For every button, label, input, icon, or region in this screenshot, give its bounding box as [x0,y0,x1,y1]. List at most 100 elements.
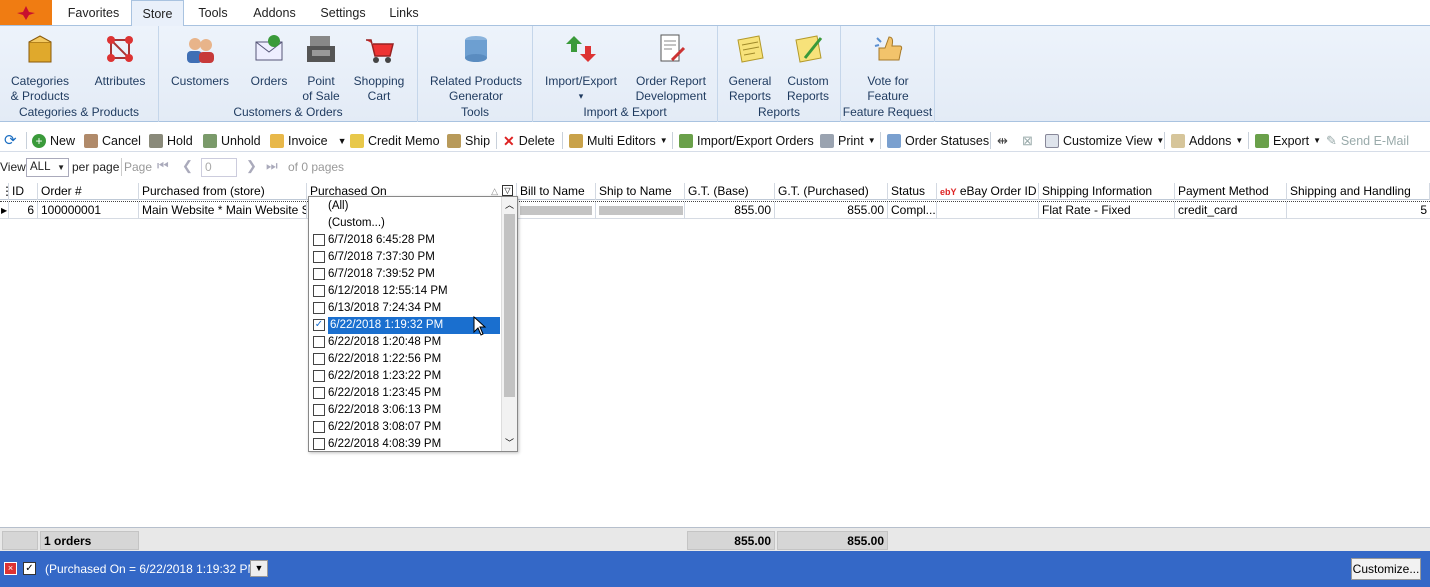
categories-products-button[interactable]: Categories & Products [6,32,74,104]
last-page-icon[interactable]: ⏭ [266,158,278,174]
filter-option[interactable]: 6/13/2018 7:24:34 PM [309,300,501,317]
column-header-bill-to-name[interactable]: Bill to Name [517,183,596,200]
filter-option[interactable]: 6/22/2018 1:23:22 PM [309,368,501,385]
column-header-ebay-order-id[interactable]: ebY eBay Order ID [937,183,1039,200]
multi-editors-button[interactable]: Multi Editors ▼ [569,132,668,150]
column-header-shipping-information[interactable]: Shipping Information [1039,183,1175,200]
filter-option[interactable]: 6/22/2018 4:08:39 PM [309,436,501,453]
import-export-button[interactable]: Import/Export ▾ [541,32,621,104]
column-header-store[interactable]: Purchased from (store) [139,183,307,200]
column-header-id[interactable]: ID [9,183,38,200]
credit-memo-button[interactable]: Credit Memo [350,132,440,150]
column-header-gt-purchased[interactable]: G.T. (Purchased) [775,183,888,200]
fit-columns-button[interactable]: ⇹ [997,132,1008,150]
filter-option[interactable]: 6/22/2018 1:20:48 PM [309,334,501,351]
filter-option[interactable]: (All) [309,198,501,215]
tab-tools[interactable]: Tools [190,0,236,26]
tab-addons[interactable]: Addons [247,0,302,26]
page-number-input[interactable]: 0 [201,158,237,177]
filter-option-checkbox[interactable] [313,370,325,382]
print-button[interactable]: Print ▼ [820,132,876,150]
column-header-order-number[interactable]: Order # [38,183,139,200]
customize-filter-button[interactable]: Customize... [1351,558,1421,580]
filter-option[interactable]: (Custom...) [309,215,501,232]
cell-status[interactable]: Compl... [888,202,937,219]
filter-option[interactable]: 6/7/2018 7:37:30 PM [309,249,501,266]
cell-store[interactable]: Main Website * Main Website S... [139,202,307,219]
previous-page-icon[interactable]: ❮ [182,158,193,174]
filter-option[interactable]: 6/7/2018 6:45:28 PM [309,232,501,249]
delete-button[interactable]: ✕ Delete [503,132,555,150]
column-header-payment-method[interactable]: Payment Method [1175,183,1287,200]
cell-gt-purchased[interactable]: 855.00 [775,202,888,219]
tab-store[interactable]: Store [131,0,184,27]
filter-option[interactable]: 6/12/2018 12:55:14 PM [309,283,501,300]
cell-payment-method[interactable]: credit_card [1175,202,1287,219]
filter-option-checkbox[interactable] [313,234,325,246]
point-of-sale-button[interactable]: Point of Sale [296,32,346,104]
hold-button[interactable]: Hold [149,132,193,150]
invoice-button[interactable]: Invoice ▼ [270,132,347,150]
filter-option[interactable]: 6/22/2018 1:23:45 PM [309,385,501,402]
import-export-orders-button[interactable]: Import/Export Orders [679,132,814,150]
filter-option-checkbox[interactable] [313,302,325,314]
shopping-cart-button[interactable]: Shopping Cart [349,32,409,104]
export-button[interactable]: Export ▼ [1255,132,1321,150]
cell-shipping-information[interactable]: Flat Rate - Fixed [1039,202,1175,219]
next-page-icon[interactable]: ❯ [246,158,257,174]
filter-option-checkbox[interactable] [313,438,325,450]
purchased-on-filter-dropdown[interactable]: (All) (Custom...) 6/7/2018 6:45:28 PM 6/7/2… [308,196,518,452]
column-chooser-icon[interactable]: ⋮ [0,183,9,200]
customers-button[interactable]: Customers [167,32,233,89]
expand-button[interactable]: ⊠ [1022,132,1033,150]
filter-option[interactable]: 6/22/2018 1:22:56 PM [309,351,501,368]
cell-bill-to-name[interactable] [517,202,596,219]
general-reports-button[interactable]: General Reports [724,32,776,104]
filter-option-checkbox[interactable] [313,387,325,399]
unhold-button[interactable]: Unhold [203,132,261,150]
cell-order-number[interactable]: 100000001 [38,202,139,219]
order-report-development-button[interactable]: Order Report Development [631,32,711,104]
column-header-ship-to-name[interactable]: Ship to Name [596,183,685,200]
cell-ship-to-name[interactable] [596,202,685,219]
app-menu-button[interactable] [0,0,52,25]
attributes-button[interactable]: Attributes [88,32,152,89]
column-header-status[interactable]: Status [888,183,937,200]
cell-id[interactable]: 6 [9,202,38,219]
dropdown-scrollbar[interactable]: ︿ ﹀ [501,197,517,451]
tab-settings[interactable]: Settings [313,0,373,26]
filter-option-checkbox[interactable] [313,336,325,348]
filter-option[interactable]: 6/22/2018 3:08:07 PM [309,419,501,436]
customize-view-button[interactable]: Customize View ▼ [1045,132,1164,150]
refresh-button[interactable]: ⟳ [4,132,17,150]
filter-option-checkbox[interactable]: ✓ [313,319,325,331]
filter-option[interactable]: 6/22/2018 3:06:13 PM [309,402,501,419]
filter-icon[interactable]: ▽ [502,185,513,196]
filter-enabled-checkbox[interactable]: ✓ [23,562,36,575]
custom-reports-button[interactable]: Custom Reports [781,32,835,104]
tab-favorites[interactable]: Favorites [56,0,131,26]
column-header-shipping-handling[interactable]: Shipping and Handling [1287,183,1430,200]
scrollbar-thumb[interactable] [504,214,515,397]
cell-ebay-order-id[interactable] [937,202,1039,219]
filter-history-dropdown[interactable]: ▼ [250,560,268,577]
table-row[interactable]: ▶ 6 100000001 Main Website * Main Websit… [0,201,1430,219]
column-header-gt-base[interactable]: G.T. (Base) [685,183,775,200]
view-select[interactable]: ALL ▼ [26,158,69,177]
send-email-button[interactable]: ✎ Send E-Mail [1326,132,1409,150]
filter-option-checkbox[interactable] [313,268,325,280]
filter-option-checkbox[interactable] [313,285,325,297]
filter-option-checkbox[interactable] [313,251,325,263]
orders-button[interactable]: Orders [246,32,292,89]
cell-shipping-handling[interactable]: 5 [1287,202,1430,219]
filter-option-checkbox[interactable] [313,421,325,433]
filter-option-checkbox[interactable] [313,404,325,416]
related-products-generator-button[interactable]: Related Products Generator [424,32,528,104]
scroll-down-icon[interactable]: ﹀ [502,435,517,451]
filter-option[interactable]: 6/7/2018 7:39:52 PM [309,266,501,283]
scroll-up-icon[interactable]: ︿ [502,197,517,213]
ship-button[interactable]: Ship [447,132,490,150]
filter-option-checkbox[interactable] [313,353,325,365]
vote-for-feature-button[interactable]: Vote for Feature [851,32,925,104]
first-page-icon[interactable]: ⏮ [157,158,169,174]
